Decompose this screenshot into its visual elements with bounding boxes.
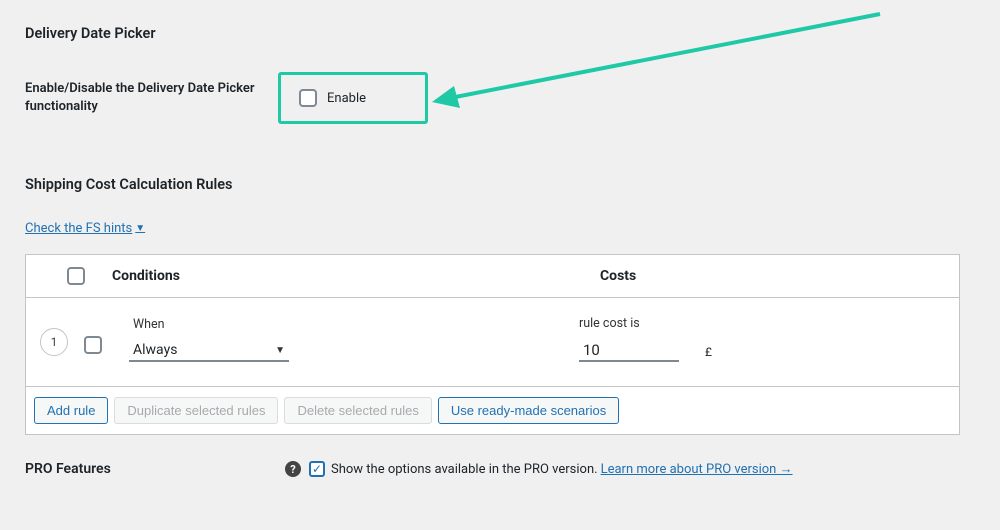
header-costs: Costs (600, 268, 945, 284)
pro-text: Show the options available in the PRO ve… (331, 462, 598, 477)
cost-input-row: 10 £ (579, 341, 712, 362)
row-checkbox[interactable] (84, 336, 102, 354)
currency-symbol: £ (705, 345, 712, 362)
header-select-all-col (40, 267, 112, 285)
help-icon[interactable]: ? (285, 461, 301, 477)
delivery-date-title: Delivery Date Picker (25, 25, 980, 42)
enable-row-label: Enable/Disable the Delivery Date Picker … (25, 80, 260, 116)
fs-hints-link[interactable]: Check the FS hints ▼ (25, 221, 145, 236)
enable-checkbox-label: Enable (327, 91, 366, 106)
chevron-down-icon: ▼ (135, 223, 145, 234)
cost-field-group: rule cost is 10 £ (579, 316, 712, 362)
rule-index-badge: 1 (40, 328, 68, 356)
header-conditions: Conditions (112, 268, 600, 284)
chevron-down-icon: ▼ (275, 345, 285, 356)
delete-rules-button[interactable]: Delete selected rules (284, 397, 431, 424)
add-rule-button[interactable]: Add rule (34, 397, 108, 424)
when-value: Always (133, 342, 177, 358)
rules-footer: Add rule Duplicate selected rules Delete… (26, 387, 959, 434)
pro-checkbox[interactable]: ✓ (309, 461, 325, 477)
rules-heading: Shipping Cost Calculation Rules (25, 176, 980, 193)
cost-input[interactable]: 10 (579, 341, 679, 362)
table-row: 1 When Always ▼ rule cost is 10 £ (26, 298, 959, 387)
enable-row: Enable/Disable the Delivery Date Picker … (25, 72, 980, 124)
pro-features-label: PRO Features (25, 461, 285, 477)
rules-table-header: Conditions Costs (26, 255, 959, 298)
fs-hints-text: Check the FS hints (25, 221, 132, 236)
when-label: When (129, 317, 289, 332)
rules-table: Conditions Costs 1 When Always ▼ rule co… (25, 254, 960, 435)
duplicate-rules-button[interactable]: Duplicate selected rules (114, 397, 278, 424)
enable-highlight-box: Enable (278, 72, 428, 124)
select-all-checkbox[interactable] (67, 267, 85, 285)
pro-learn-more-link[interactable]: Learn more about PRO version → (601, 461, 793, 477)
condition-field-group: When Always ▼ (129, 317, 289, 362)
when-select[interactable]: Always ▼ (129, 342, 289, 362)
enable-checkbox[interactable] (299, 89, 317, 107)
cost-label: rule cost is (579, 316, 712, 331)
pro-features-row: PRO Features ? ✓ Show the options availa… (25, 461, 980, 477)
ready-made-scenarios-button[interactable]: Use ready-made scenarios (438, 397, 619, 424)
